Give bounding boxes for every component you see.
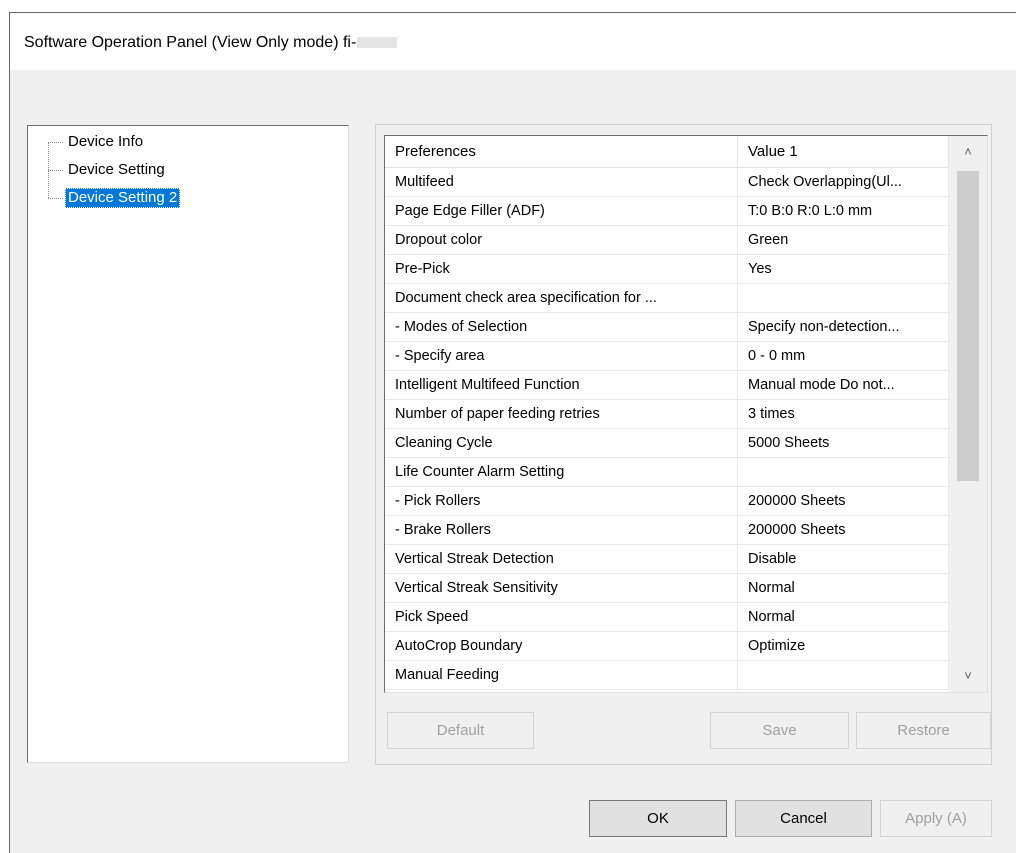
preference-value-cell: [738, 458, 949, 486]
title-bar: Software Operation Panel (View Only mode…: [10, 13, 1016, 70]
table-row[interactable]: - Pick Rollers 200000 Sheets: [385, 487, 949, 516]
preference-name-cell: Document check area specification for ..…: [385, 284, 738, 312]
preference-value-cell: 200000 Sheets: [738, 516, 949, 544]
preference-value-cell: [738, 661, 949, 689]
column-header-preferences[interactable]: Preferences: [385, 136, 738, 167]
table-row[interactable]: Intelligent Multifeed Function Manual mod…: [385, 371, 949, 400]
settings-tree[interactable]: Device Info Device Setting Device Settin…: [27, 125, 349, 763]
list-rows: Multifeed Check Overlapping(Ul... Page Edg…: [385, 168, 949, 690]
scrollbar-thumb[interactable]: [957, 171, 979, 481]
apply-button[interactable]: Apply (A): [880, 800, 992, 837]
preference-name-cell: Multifeed: [385, 168, 738, 196]
preference-name-cell: - Specify area: [385, 342, 738, 370]
preference-value-cell: Specify non-detection...: [738, 313, 949, 341]
preference-name-cell: - Modes of Selection: [385, 313, 738, 341]
vertical-scrollbar[interactable]: ˄ ˅: [949, 136, 987, 692]
table-row[interactable]: AutoCrop Boundary Optimize: [385, 632, 949, 661]
table-row[interactable]: Page Edge Filler (ADF) T:0 B:0 R:0 L:0 mm: [385, 197, 949, 226]
preferences-list[interactable]: Preferences Value 1 Multifeed Check Overl…: [384, 135, 988, 693]
preference-name-cell: Manual Feeding: [385, 661, 738, 689]
preference-name-cell: Cleaning Cycle: [385, 429, 738, 457]
preference-name-cell: Pick Speed: [385, 603, 738, 631]
preference-name-cell: Vertical Streak Detection: [385, 545, 738, 573]
window-title: Software Operation Panel (View Only mode…: [24, 34, 398, 52]
preference-name-cell: Vertical Streak Sensitivity: [385, 574, 738, 602]
table-row[interactable]: - Specify area 0 - 0 mm: [385, 342, 949, 371]
chevron-down-icon[interactable]: ˅: [949, 660, 987, 692]
table-row[interactable]: Pre-Pick Yes: [385, 255, 949, 284]
preference-name-cell: Dropout color: [385, 226, 738, 254]
preference-value-cell: Yes: [738, 255, 949, 283]
cancel-button[interactable]: Cancel: [735, 800, 872, 837]
table-row[interactable]: - Modes of Selection Specify non-detectio…: [385, 313, 949, 342]
tree-branch-line: [48, 142, 63, 143]
preference-name-cell: Number of paper feeding retries: [385, 400, 738, 428]
preference-name-cell: Intelligent Multifeed Function: [385, 371, 738, 399]
redacted-model-number: [357, 37, 398, 49]
preference-value-cell: 3 times: [738, 400, 949, 428]
table-row[interactable]: Pick Speed Normal: [385, 603, 949, 632]
default-button[interactable]: Default: [387, 712, 534, 749]
table-row[interactable]: Vertical Streak Sensitivity Normal: [385, 574, 949, 603]
preference-value-cell: Optimize: [738, 632, 949, 660]
tree-item-label: Device Setting: [68, 161, 165, 178]
preference-value-cell: Normal: [738, 574, 949, 602]
tree-item-label: Device Setting 2: [65, 188, 181, 208]
preference-value-cell: Check Overlapping(Ul...: [738, 168, 949, 196]
save-button[interactable]: Save: [710, 712, 849, 749]
preference-name-cell: - Brake Rollers: [385, 516, 738, 544]
table-row[interactable]: Cleaning Cycle 5000 Sheets: [385, 429, 949, 458]
preference-value-cell: Green: [738, 226, 949, 254]
preference-name-cell: AutoCrop Boundary: [385, 632, 738, 660]
preference-value-cell: [738, 284, 949, 312]
preference-value-cell: 5000 Sheets: [738, 429, 949, 457]
preference-name-cell: Pre-Pick: [385, 255, 738, 283]
restore-button[interactable]: Restore: [856, 712, 991, 749]
preference-value-cell: Disable: [738, 545, 949, 573]
preference-value-cell: 200000 Sheets: [738, 487, 949, 515]
table-row[interactable]: Multifeed Check Overlapping(Ul...: [385, 168, 949, 197]
preference-value-cell: T:0 B:0 R:0 L:0 mm: [738, 197, 949, 225]
table-row[interactable]: Dropout color Green: [385, 226, 949, 255]
ok-button[interactable]: OK: [589, 800, 727, 837]
preference-name-cell: Page Edge Filler (ADF): [385, 197, 738, 225]
preference-value-cell: Normal: [738, 603, 949, 631]
tree-branch-line: [48, 198, 63, 199]
tree-item-label: Device Info: [68, 133, 144, 150]
list-header: Preferences Value 1: [385, 136, 949, 168]
table-row[interactable]: Document check area specification for ..…: [385, 284, 949, 313]
table-row[interactable]: Life Counter Alarm Setting: [385, 458, 949, 487]
preference-name-cell: - Pick Rollers: [385, 487, 738, 515]
tree-branch-line: [48, 170, 63, 171]
table-row[interactable]: Number of paper feeding retries 3 times: [385, 400, 949, 429]
chevron-up-icon[interactable]: ˄: [949, 136, 987, 168]
preference-name-cell: Life Counter Alarm Setting: [385, 458, 738, 486]
column-header-value-1[interactable]: Value 1: [738, 136, 949, 167]
table-row[interactable]: - Brake Rollers 200000 Sheets: [385, 516, 949, 545]
table-row[interactable]: Vertical Streak Detection Disable: [385, 545, 949, 574]
table-row[interactable]: Manual Feeding: [385, 661, 949, 690]
preference-value-cell: 0 - 0 mm: [738, 342, 949, 370]
preference-value-cell: Manual mode Do not...: [738, 371, 949, 399]
